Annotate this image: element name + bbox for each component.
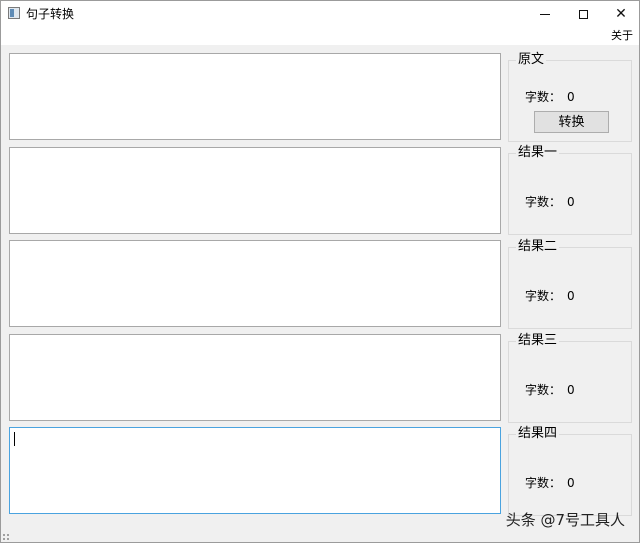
source-count: 字数： 0: [525, 89, 575, 105]
result-3-text[interactable]: [9, 334, 501, 421]
result-2-title: 结果二: [516, 238, 560, 256]
app-icon: [8, 7, 20, 19]
text-caret: [14, 432, 15, 446]
result-2-text[interactable]: [9, 240, 501, 327]
result-3-count: 字数： 0: [525, 382, 575, 398]
close-button[interactable]: ✕: [602, 1, 640, 27]
app-window: 句子转换 ✕ 关于 原文 字数： 0 转换 结果一 字数： 0 结果二 字数： 0: [0, 0, 640, 543]
maximize-icon: [578, 9, 588, 19]
result-3-group: 结果三 字数： 0: [508, 332, 632, 423]
result-2-count-label: 字数：: [525, 289, 562, 303]
menu-bar: 关于: [1, 27, 639, 45]
minimize-icon: [540, 13, 550, 15]
result-1-count: 字数： 0: [525, 194, 575, 210]
source-group-title: 原文: [516, 51, 547, 69]
result-1-count-value: 0: [567, 195, 575, 209]
result-4-count-value: 0: [567, 476, 575, 490]
source-group: 原文 字数： 0 转换: [508, 51, 632, 142]
result-4-group: 结果四 字数： 0: [508, 425, 632, 516]
result-1-group: 结果一 字数： 0: [508, 144, 632, 235]
result-2-group: 结果二 字数： 0: [508, 238, 632, 329]
convert-button[interactable]: 转换: [534, 111, 609, 133]
title-bar[interactable]: 句子转换 ✕: [1, 1, 639, 27]
minimize-button[interactable]: [526, 1, 564, 27]
menu-item-about[interactable]: 关于: [611, 28, 633, 43]
result-3-title: 结果三: [516, 332, 560, 350]
watermark: 头条 @7号工具人: [505, 511, 625, 529]
resize-grip-icon[interactable]: [2, 533, 10, 541]
source-text-input[interactable]: [9, 53, 501, 140]
source-count-label: 字数：: [525, 90, 562, 104]
result-3-count-value: 0: [567, 383, 575, 397]
result-4-count: 字数： 0: [525, 475, 575, 491]
result-4-text[interactable]: [9, 427, 501, 514]
result-2-count-value: 0: [567, 289, 575, 303]
window-title: 句子转换: [26, 7, 75, 21]
result-1-count-label: 字数：: [525, 195, 562, 209]
source-count-value: 0: [567, 90, 575, 104]
result-1-text[interactable]: [9, 147, 501, 234]
result-4-title: 结果四: [516, 425, 560, 443]
result-3-count-label: 字数：: [525, 383, 562, 397]
result-4-count-label: 字数：: [525, 476, 562, 490]
close-icon: ✕: [615, 6, 627, 22]
result-1-title: 结果一: [516, 144, 560, 162]
result-2-count: 字数： 0: [525, 288, 575, 304]
maximize-button[interactable]: [564, 1, 602, 27]
